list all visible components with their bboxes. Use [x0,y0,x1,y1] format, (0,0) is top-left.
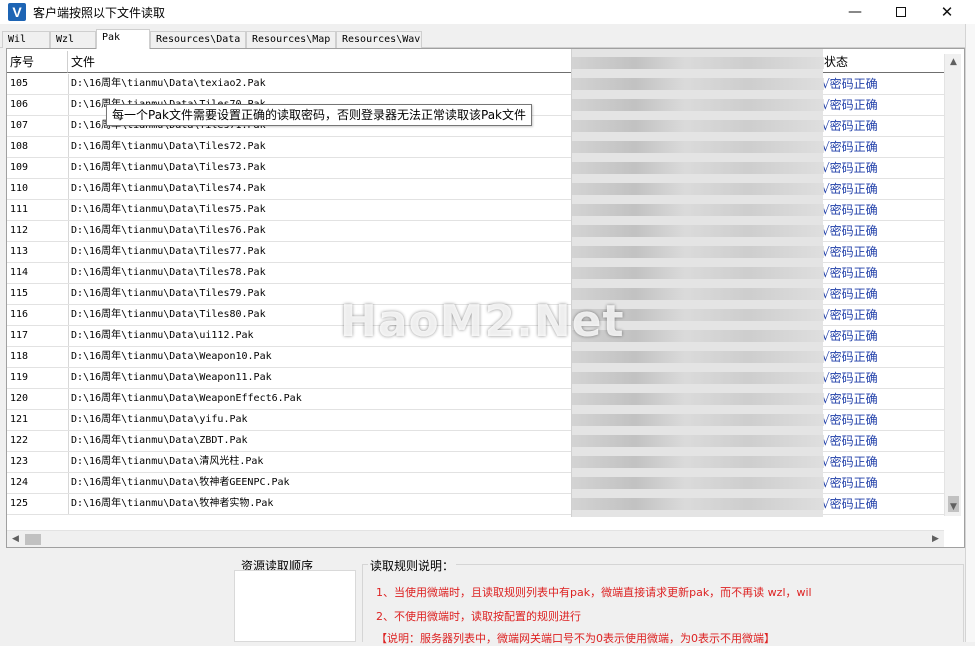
redacted-stripe [572,414,824,426]
row-status: √密码正确 [822,392,878,406]
redacted-stripe [572,120,824,132]
redacted-stripe [572,477,824,489]
row-index: 106 [10,99,29,110]
redacted-stripe [572,183,824,195]
tab-wil[interactable]: Wil [2,31,50,48]
redacted-stripe [572,498,824,510]
row-index: 119 [10,372,29,383]
row-status: √密码正确 [822,98,878,112]
window-title: 客户端按照以下文件读取 [33,6,166,20]
row-status: √密码正确 [822,266,878,280]
redacted-stripe [572,435,824,447]
vertical-scrollbar[interactable]: ▲ ▼ [944,54,961,516]
close-button[interactable]: ✕ [924,0,970,24]
row-status: √密码正确 [822,476,878,490]
background-window-edge [965,24,975,642]
row-index: 125 [10,498,29,509]
row-index: 112 [10,225,29,236]
tab-wzl[interactable]: Wzl [50,31,96,48]
row-status: √密码正确 [822,455,878,469]
row-index: 108 [10,141,29,152]
row-index: 107 [10,120,29,131]
row-index: 124 [10,477,29,488]
row-status: √密码正确 [822,434,878,448]
minimize-button[interactable]: — [832,0,878,24]
redacted-stripe [572,162,824,174]
row-index: 121 [10,414,29,425]
column-header-index[interactable]: 序号 [7,51,68,73]
redacted-stripe [572,372,824,384]
tab-resources-map[interactable]: Resources\Map [246,31,336,48]
row-status: √密码正确 [822,224,878,238]
row-index: 105 [10,78,29,89]
resource-order-list[interactable] [234,570,356,642]
tab-pak[interactable]: Pak [96,29,150,49]
row-index: 116 [10,309,29,320]
row-index: 117 [10,330,29,341]
redacted-stripe [572,351,824,363]
row-index: 122 [10,435,29,446]
row-status: √密码正确 [822,308,878,322]
horizontal-scrollbar[interactable]: ◀ ▶ [7,530,944,547]
row-status: √密码正确 [822,413,878,427]
rule-line: 【说明：服务器列表中，微端网关端口号不为0表示使用微端，为0表示不用微端】 [376,632,775,645]
scroll-up-icon[interactable]: ▲ [945,54,962,71]
rule-line: 2、不使用微端时，读取按配置的规则进行 [376,610,581,623]
row-status: √密码正确 [822,161,878,175]
row-status: √密码正确 [822,119,878,133]
redacted-stripe [572,456,824,468]
redacted-stripe [572,267,824,279]
row-index: 113 [10,246,29,257]
redacted-stripe [572,99,824,111]
redacted-stripe [572,57,824,69]
row-index: 118 [10,351,29,362]
row-index: 109 [10,162,29,173]
tooltip: 每一个Pak文件需要设置正确的读取密码，否则登录器无法正常读取该Pak文件 [106,104,533,126]
redacted-stripe [572,141,824,153]
row-index: 111 [10,204,29,215]
row-status: √密码正确 [822,245,878,259]
tab-strip: Wil Wzl Pak Resources\Data Resources\Map… [0,29,975,49]
row-index: 123 [10,456,29,467]
app-icon: V [8,3,26,21]
row-status: √密码正确 [822,497,878,511]
title-bar: V 客户端按照以下文件读取 — ✕ [0,0,975,24]
redacted-stripe [572,393,824,405]
row-status: √密码正确 [822,287,878,301]
watermark: HaoM2.Net [340,296,625,347]
redacted-region [571,49,824,517]
rules-label: 读取规则说明： [368,557,457,574]
row-status: √密码正确 [822,371,878,385]
row-index: 120 [10,393,29,404]
row-index: 115 [10,288,29,299]
redacted-stripe [572,246,824,258]
scroll-thumb[interactable] [25,534,41,545]
maximize-button[interactable] [878,0,924,24]
rule-line: 1、当使用微端时，且读取规则列表中有pak，微端直接请求更新pak，而不再读 w… [376,586,812,599]
redacted-stripe [572,204,824,216]
row-status: √密码正确 [822,203,878,217]
row-status: √密码正确 [822,140,878,154]
maximize-icon [896,7,906,17]
column-header-status[interactable]: 状态 [821,51,945,73]
scroll-down-icon[interactable]: ▼ [945,499,962,516]
row-status: √密码正确 [822,182,878,196]
redacted-stripe [572,78,824,90]
row-index: 114 [10,267,29,278]
row-status: √密码正确 [822,329,878,343]
row-status: √密码正确 [822,77,878,91]
redacted-stripe [572,225,824,237]
tab-resources-wav[interactable]: Resources\Wav [336,31,422,48]
row-index: 110 [10,183,29,194]
scroll-right-icon[interactable]: ▶ [927,531,944,548]
scroll-left-icon[interactable]: ◀ [7,531,24,548]
tab-resources-data[interactable]: Resources\Data [150,31,246,48]
row-status: √密码正确 [822,350,878,364]
